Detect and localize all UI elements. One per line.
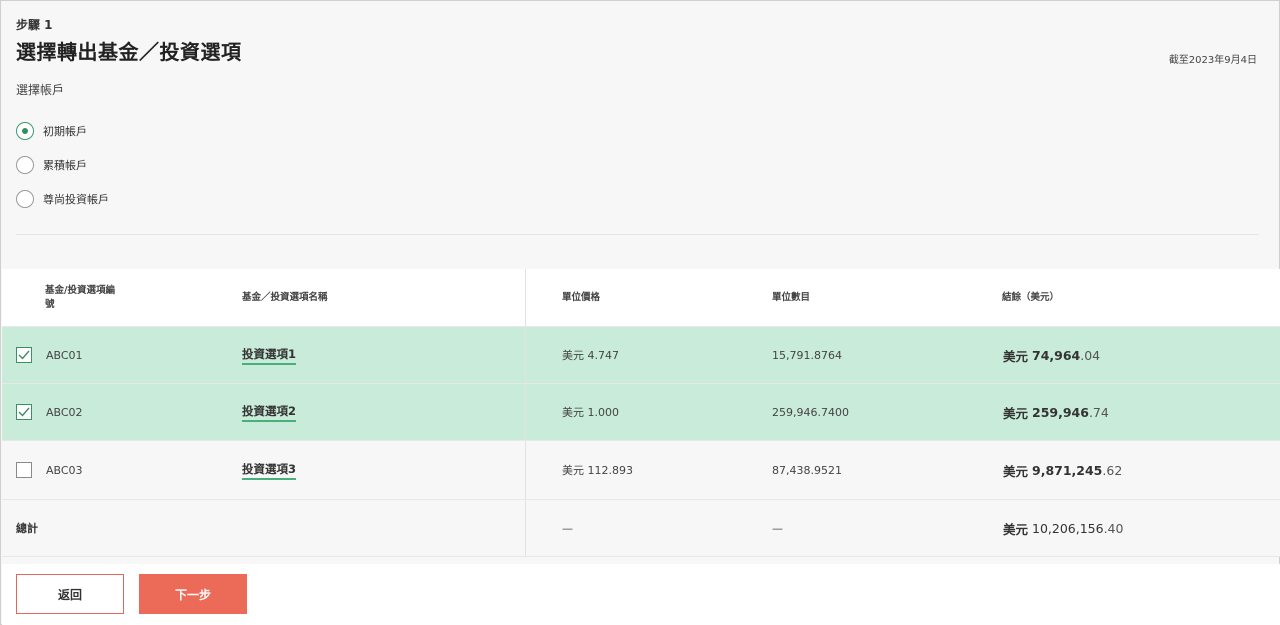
total-balance: 美元 10,206,156.40 <box>1003 520 1124 537</box>
transfer-panel: 步驟 1 選擇轉出基金／投資選項 截至2023年9月4日 選擇帳戶 初期帳戶 累… <box>0 0 1280 625</box>
row-checkbox-checked[interactable] <box>16 347 32 363</box>
fund-name-link[interactable]: 投資選項2 <box>242 403 297 422</box>
fund-name-link[interactable]: 投資選項1 <box>242 346 297 365</box>
fund-table: 基金/投資選項編號 基金／投資選項名稱 單位價格 單位數目 結餘（美元） ABC… <box>2 269 1280 557</box>
action-bar: 返回 下一步 <box>2 564 1280 625</box>
total-label: 總計 <box>16 522 38 535</box>
next-step-button[interactable]: 下一步 <box>139 574 247 614</box>
radio-option-premium-investment-account[interactable]: 尊尚投資帳戶 <box>16 190 109 208</box>
unit-price: 美元 112.893 <box>562 464 633 477</box>
header-balance: 結餘（美元） <box>1002 291 1060 303</box>
unit-count: 87,438.9521 <box>772 463 842 477</box>
checkmark-icon <box>18 407 30 417</box>
header-unit-price: 單位價格 <box>562 291 601 303</box>
fund-code: ABC01 <box>46 348 83 362</box>
unit-price: 美元 1.000 <box>562 406 619 419</box>
unit-count: 259,946.7400 <box>772 405 849 419</box>
radio-label: 初期帳戶 <box>43 125 87 138</box>
row-checkbox-unchecked[interactable] <box>16 462 32 478</box>
radio-label: 累積帳戶 <box>43 159 87 172</box>
fund-code: ABC02 <box>46 405 83 419</box>
back-button[interactable]: 返回 <box>16 574 124 614</box>
row-checkbox-checked[interactable] <box>16 404 32 420</box>
balance: 美元 74,964.04 <box>1003 347 1101 364</box>
table-header-row: 基金/投資選項編號 基金／投資選項名稱 單位價格 單位數目 結餘（美元） <box>2 269 1280 327</box>
header-name: 基金／投資選項名稱 <box>242 291 328 303</box>
header-code: 基金/投資選項編號 <box>45 284 115 310</box>
as-of-date: 截至2023年9月4日 <box>1168 55 1257 66</box>
fund-code: ABC03 <box>46 463 83 477</box>
radio-button[interactable] <box>16 156 34 174</box>
checkmark-icon <box>18 350 30 360</box>
radio-option-accumulated-account[interactable]: 累積帳戶 <box>16 156 87 174</box>
account-select-label: 選擇帳戶 <box>16 83 65 97</box>
step-indicator: 步驟 1 <box>16 18 53 32</box>
radio-button[interactable] <box>16 190 34 208</box>
table-row[interactable]: ABC03 投資選項3 美元 112.893 87,438.9521 美元 9,… <box>2 441 1280 500</box>
table-row[interactable]: ABC02 投資選項2 美元 1.000 259,946.7400 美元 259… <box>2 384 1280 441</box>
fund-name-link[interactable]: 投資選項3 <box>242 461 297 480</box>
total-unit-price: — <box>562 521 573 535</box>
balance: 美元 9,871,245.62 <box>1003 462 1123 479</box>
section-divider <box>16 234 1259 235</box>
unit-count: 15,791.8764 <box>772 348 842 362</box>
radio-button-selected[interactable] <box>16 122 34 140</box>
radio-label: 尊尚投資帳戶 <box>43 193 109 206</box>
page-title: 選擇轉出基金／投資選項 <box>16 40 242 64</box>
total-units: — <box>772 521 783 535</box>
table-total-row: 總計 — — 美元 10,206,156.40 <box>2 500 1280 557</box>
balance: 美元 259,946.74 <box>1003 404 1109 421</box>
header-units: 單位數目 <box>772 291 811 303</box>
radio-option-initial-account[interactable]: 初期帳戶 <box>16 122 87 140</box>
unit-price: 美元 4.747 <box>562 349 619 362</box>
table-row[interactable]: ABC01 投資選項1 美元 4.747 15,791.8764 美元 74,9… <box>2 327 1280 384</box>
